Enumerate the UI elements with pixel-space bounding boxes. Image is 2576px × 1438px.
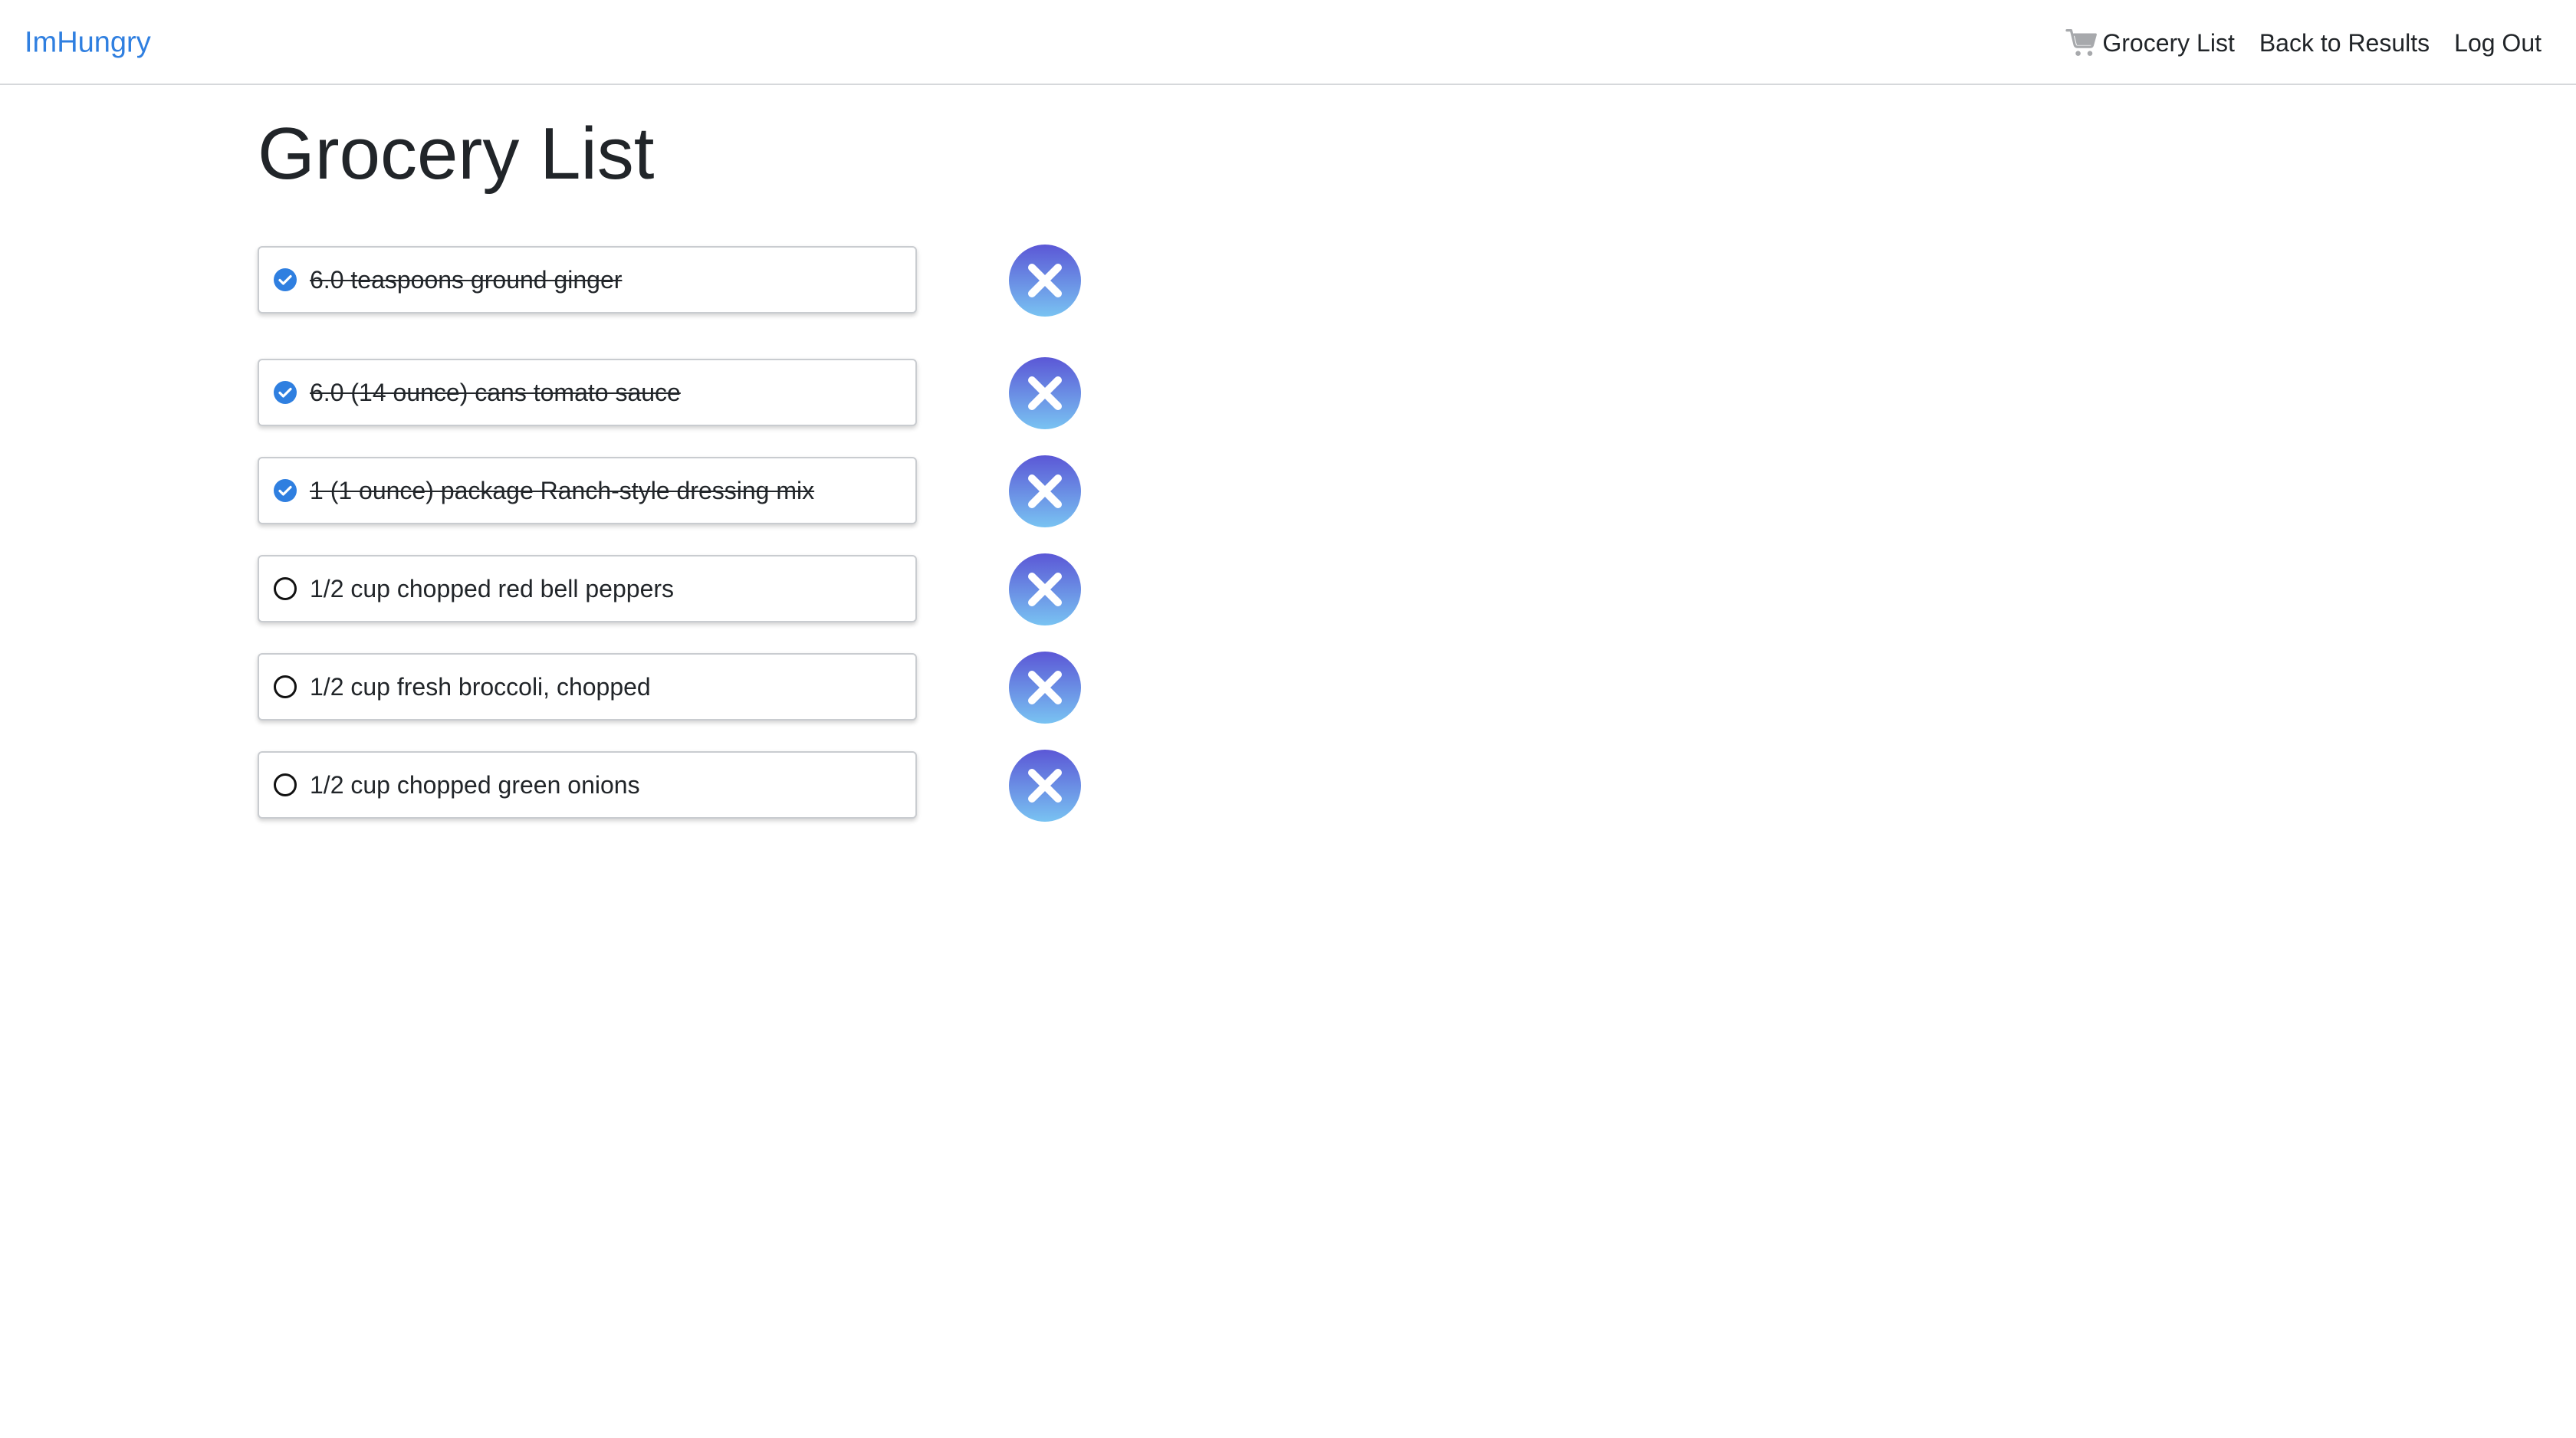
item-checkbox-row[interactable]: 1/2 cup chopped green onions [258, 751, 917, 819]
checked-circle-icon [274, 479, 297, 502]
item-checkbox-row[interactable]: 6.0 (14 ounce) cans tomato sauce [258, 359, 917, 426]
remove-item-button[interactable] [1008, 455, 1082, 528]
item-checkbox-row[interactable]: 1/2 cup fresh broccoli, chopped [258, 653, 917, 721]
item-checkbox-row[interactable]: 6.0 teaspoons ground ginger [258, 246, 917, 314]
item-text: 1/2 cup chopped red bell peppers [310, 574, 675, 602]
remove-item-button[interactable] [1008, 244, 1082, 317]
item-text: 6.0 teaspoons ground ginger [310, 265, 623, 294]
item-checkbox-row[interactable]: 1/2 cup chopped red bell peppers [258, 555, 917, 622]
checked-circle-icon [274, 268, 297, 291]
nav-links: Grocery List Back to Results Log Out [2065, 28, 2542, 58]
grocery-list-label: Grocery List [2102, 28, 2235, 57]
list-item: 1 (1 ounce) package Ranch-style dressing… [258, 455, 1086, 528]
remove-item-button[interactable] [1008, 749, 1082, 822]
checked-circle-icon [274, 381, 297, 404]
list-item: 6.0 (14 ounce) cans tomato sauce [258, 356, 1086, 430]
remove-item-button[interactable] [1008, 356, 1082, 430]
empty-circle-icon [274, 773, 297, 796]
remove-item-button[interactable] [1008, 651, 1082, 724]
grocery-list-link[interactable]: Grocery List [2065, 28, 2235, 58]
item-text: 1 (1 ounce) package Ranch-style dressing… [310, 476, 815, 504]
remove-item-button[interactable] [1008, 553, 1082, 626]
shopping-cart-icon [2065, 29, 2098, 56]
list-item: 1/2 cup chopped red bell peppers [258, 553, 1086, 626]
navbar: ImHungry Grocery List Back to Results Lo… [0, 0, 2576, 85]
item-text: 1/2 cup fresh broccoli, chopped [310, 672, 651, 701]
empty-circle-icon [274, 675, 297, 698]
item-text: 1/2 cup chopped green onions [310, 770, 640, 799]
list-item: 1/2 cup fresh broccoli, chopped [258, 651, 1086, 724]
log-out-link[interactable]: Log Out [2454, 29, 2542, 57]
empty-circle-icon [274, 577, 297, 600]
item-checkbox-row[interactable]: 1 (1 ounce) package Ranch-style dressing… [258, 457, 917, 524]
page-title: Grocery List [258, 113, 655, 195]
brand-link[interactable]: ImHungry [25, 27, 151, 60]
list-item: 6.0 teaspoons ground ginger [258, 244, 1086, 317]
list-item: 1/2 cup chopped green onions [258, 749, 1086, 822]
item-text: 6.0 (14 ounce) cans tomato sauce [310, 378, 681, 406]
back-to-results-link[interactable]: Back to Results [2259, 29, 2430, 57]
